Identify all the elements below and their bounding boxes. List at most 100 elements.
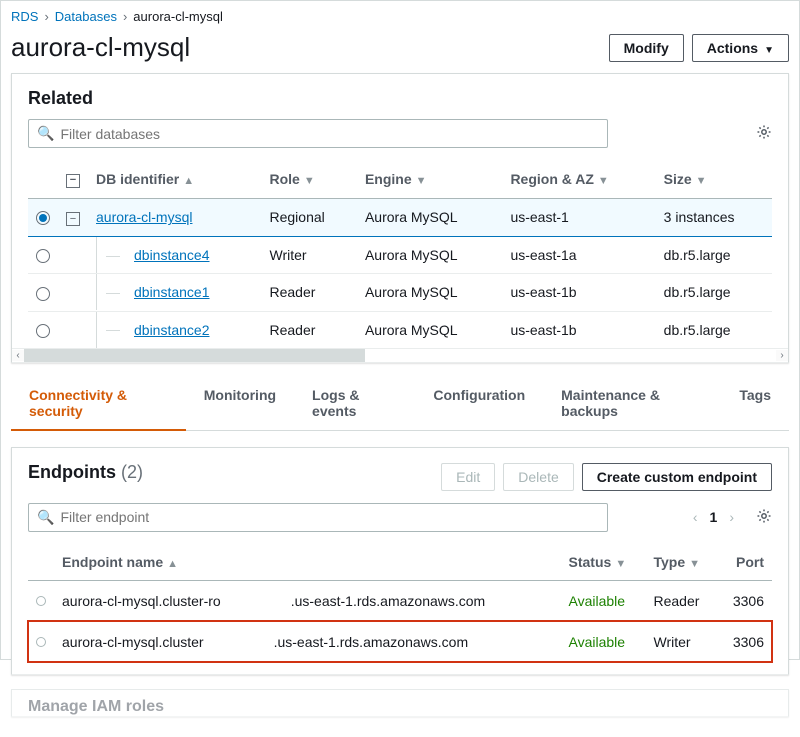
col-role[interactable]: Role▼ [262,160,357,198]
page-title: aurora-cl-mysql [11,32,190,63]
endpoints-panel: Endpoints (2) Edit Delete Create custom … [11,447,789,675]
sort-icon: ▼ [416,175,427,187]
tab-connectivity-security[interactable]: Connectivity & security [11,377,186,431]
cell-endpoint-name: aurora-cl-mysql.cluster-ro.us-east-1.rds… [54,580,561,621]
row-radio[interactable] [36,596,46,606]
table-row[interactable]: − aurora-cl-mysql Regional Aurora MySQL … [28,198,772,237]
endpoints-table: Endpoint name▲ Status▼ Type▼ Port aurora… [28,544,772,662]
breadcrumb: RDS › Databases › aurora-cl-mysql [11,7,789,30]
collapse-all-icon[interactable]: − [66,174,80,188]
col-engine[interactable]: Engine▼ [357,160,502,198]
page-prev-icon[interactable]: ‹ [691,509,700,525]
caret-down-icon: ▼ [764,45,774,56]
page-next-icon[interactable]: › [727,509,736,525]
cell-port: 3306 [718,580,772,621]
cell-role: Writer [262,237,357,274]
scroll-left-icon[interactable]: ‹ [12,350,24,361]
filter-endpoint-box[interactable]: 🔍 [28,503,608,532]
table-row[interactable]: dbinstance2 Reader Aurora MySQL us-east-… [28,311,772,348]
sort-icon: ▼ [598,175,609,187]
col-db-identifier[interactable]: DB identifier▲ [88,160,262,198]
cell-status: Available [561,621,646,662]
cell-region: us-east-1 [502,198,655,237]
row-radio[interactable] [36,324,50,338]
cell-region: us-east-1b [502,311,655,348]
tab-monitoring[interactable]: Monitoring [186,377,294,430]
sort-icon: ▼ [696,175,707,187]
tab-maintenance-backups[interactable]: Maintenance & backups [543,377,721,430]
cell-type: Writer [645,621,717,662]
table-row[interactable]: dbinstance4 Writer Aurora MySQL us-east-… [28,237,772,274]
cell-engine: Aurora MySQL [357,311,502,348]
sort-icon: ▼ [615,558,626,570]
db-link[interactable]: dbinstance1 [134,284,210,300]
breadcrumb-current: aurora-cl-mysql [133,9,223,24]
db-link[interactable]: aurora-cl-mysql [96,209,192,225]
filter-databases-input[interactable] [60,126,599,142]
col-type[interactable]: Type▼ [645,544,717,581]
sort-asc-icon: ▲ [183,175,194,187]
cell-type: Reader [645,580,717,621]
sort-asc-icon: ▲ [167,558,178,570]
db-link[interactable]: dbinstance4 [134,247,210,263]
cell-size: db.r5.large [656,311,772,348]
db-link[interactable]: dbinstance2 [134,322,210,338]
detail-tabs: Connectivity & securityMonitoringLogs & … [11,377,789,431]
sort-icon: ▼ [304,175,315,187]
tab-logs-events[interactable]: Logs & events [294,377,415,430]
collapse-icon[interactable]: − [66,212,80,226]
filter-databases-box[interactable]: 🔍 [28,119,608,148]
row-radio[interactable] [36,287,50,301]
cell-size: 3 instances [656,198,772,237]
filter-endpoint-input[interactable] [60,509,599,525]
table-row[interactable]: aurora-cl-mysql.cluster.us-east-1.rds.am… [28,621,772,662]
related-heading: Related [28,88,772,109]
settings-icon[interactable] [756,508,772,527]
cell-size: db.r5.large [656,237,772,274]
cell-region: us-east-1a [502,237,655,274]
tab-tags[interactable]: Tags [721,377,789,430]
endpoints-heading: Endpoints (2) [28,462,143,483]
col-endpoint-name[interactable]: Endpoint name▲ [54,544,561,581]
endpoint-pager: ‹ 1 › [691,508,772,527]
cell-engine: Aurora MySQL [357,198,502,237]
chevron-right-icon: › [123,9,127,24]
delete-button: Delete [503,463,573,491]
modify-button[interactable]: Modify [609,34,684,62]
sort-icon: ▼ [689,558,700,570]
cell-role: Reader [262,274,357,311]
related-panel: Related 🔍 − DB identifier▲ Role▼ Engine▼… [11,73,789,363]
edit-button: Edit [441,463,495,491]
tab-configuration[interactable]: Configuration [415,377,543,430]
settings-icon[interactable] [756,124,772,143]
iam-roles-panel-cut: Manage IAM roles [11,689,789,717]
page-number: 1 [710,509,718,525]
table-row[interactable]: aurora-cl-mysql.cluster-ro.us-east-1.rds… [28,580,772,621]
cell-role: Regional [262,198,357,237]
cell-role: Reader [262,311,357,348]
row-radio[interactable] [36,249,50,263]
horizontal-scrollbar[interactable]: ‹ › [12,348,788,362]
table-row[interactable]: dbinstance1 Reader Aurora MySQL us-east-… [28,274,772,311]
row-radio[interactable] [36,637,46,647]
col-region[interactable]: Region & AZ▼ [502,160,655,198]
search-icon: 🔍 [37,125,54,142]
col-size[interactable]: Size▼ [656,160,772,198]
cell-engine: Aurora MySQL [357,237,502,274]
cell-region: us-east-1b [502,274,655,311]
col-port[interactable]: Port [718,544,772,581]
related-table: − DB identifier▲ Role▼ Engine▼ Region & … [28,160,772,348]
chevron-right-icon: › [44,9,48,24]
cell-endpoint-name: aurora-cl-mysql.cluster.us-east-1.rds.am… [54,621,561,662]
col-status[interactable]: Status▼ [561,544,646,581]
cell-port: 3306 [718,621,772,662]
breadcrumb-databases[interactable]: Databases [55,9,117,24]
search-icon: 🔍 [37,509,54,526]
create-endpoint-button[interactable]: Create custom endpoint [582,463,772,491]
row-radio[interactable] [36,211,50,225]
cell-engine: Aurora MySQL [357,274,502,311]
scroll-right-icon[interactable]: › [776,350,788,361]
actions-button[interactable]: Actions▼ [692,34,789,62]
breadcrumb-root[interactable]: RDS [11,9,38,24]
cell-status: Available [561,580,646,621]
